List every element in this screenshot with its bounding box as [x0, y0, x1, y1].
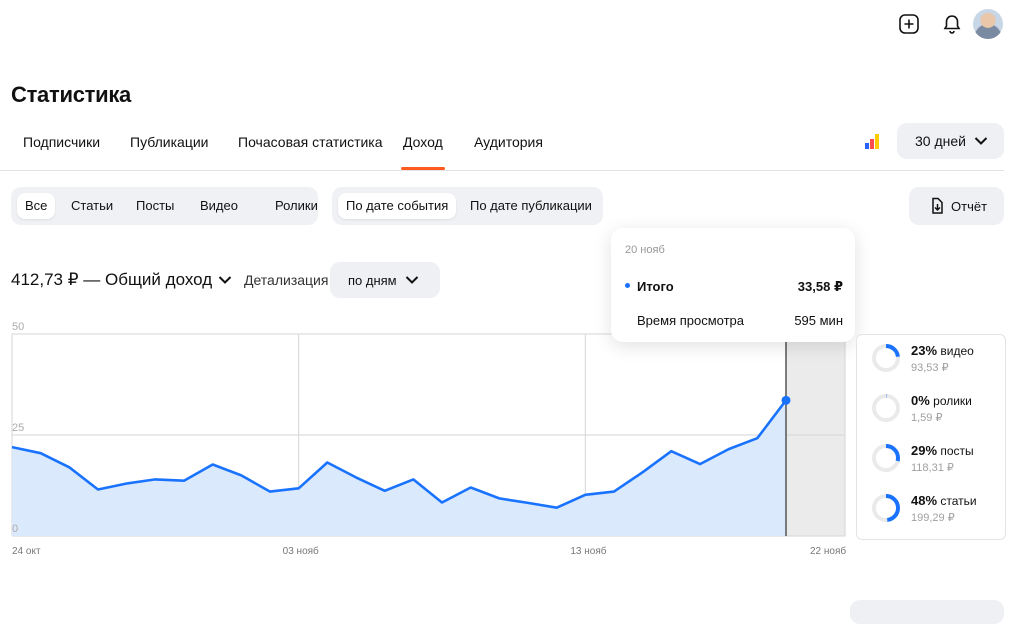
period-label: 30 дней [915, 133, 966, 149]
breakdown-video-value: 93,53 ₽ [911, 362, 949, 374]
breakdown-shorts-name: ролики [933, 394, 972, 408]
donut-articles [872, 494, 900, 522]
date-filter: По дате события По дате публикации [332, 187, 603, 225]
y-tick-label: 0 [12, 523, 18, 535]
filter-articles[interactable]: Статьи [63, 193, 121, 219]
bar-chart-icon [865, 134, 879, 149]
total-income-text: 412,73 ₽ — Общий доход [11, 270, 213, 289]
breakdown-articles-value: 199,29 ₽ [911, 512, 955, 524]
filter-by-publication-date[interactable]: По дате публикации [462, 193, 600, 219]
y-tick-label: 25 [12, 422, 24, 434]
tooltip-date: 20 нояб [625, 244, 665, 256]
income-chart[interactable]: 50 25 0 24 окт 03 нояб 13 нояб 22 нояб [0, 318, 860, 568]
y-tick-label: 50 [12, 321, 24, 333]
period-select[interactable]: 30 дней [897, 123, 1004, 159]
chevron-down-icon [218, 276, 232, 284]
breakdown-articles: 48% статьи 199,29 ₽ [871, 493, 1001, 537]
chart-tooltip: 20 нояб Итого 33,58 ₽ Время просмотра 59… [611, 228, 855, 342]
tab-audience[interactable]: Аудитория [474, 134, 543, 150]
page-title: Статистика [11, 82, 131, 107]
filter-shorts[interactable]: Ролики [267, 193, 326, 219]
download-report-icon [932, 197, 943, 214]
filter-all[interactable]: Все [17, 193, 56, 219]
bell-icon[interactable] [938, 10, 966, 38]
x-tick-label: 24 окт [12, 546, 41, 557]
tab-income[interactable]: Доход [401, 134, 445, 170]
donut-video [872, 344, 900, 372]
tabs-bar: Подписчики Публикации Почасовая статисти… [0, 128, 1004, 171]
breakdown-shorts-value: 1,59 ₽ [911, 412, 943, 424]
breakdown-articles-percent: 48% [911, 493, 938, 508]
detail-label: Детализация [244, 272, 329, 288]
tooltip-total-label: Итого [637, 279, 674, 294]
breakdown-posts-value: 118,31 ₽ [911, 462, 954, 474]
filter-posts[interactable]: Посты [128, 193, 182, 219]
create-icon[interactable] [895, 10, 923, 38]
highlight-point [781, 395, 791, 405]
x-tick-label: 22 нояб [810, 545, 846, 557]
tab-publications[interactable]: Публикации [130, 134, 208, 150]
breakdown-posts-percent: 29% [911, 443, 938, 458]
total-income[interactable]: 412,73 ₽ — Общий доход [11, 270, 232, 290]
x-tick-label: 13 нояб [570, 545, 606, 557]
chevron-down-icon [405, 276, 418, 284]
breakdown-shorts: 0% ролики 1,59 ₽ [871, 393, 1001, 437]
breakdown-posts-name: посты [940, 444, 974, 458]
tooltip-total-value: 33,58 ₽ [797, 279, 843, 294]
tooltip-watch-value: 595 мин [794, 313, 843, 328]
content-filter: Все Статьи Посты Видео Ролики [11, 187, 318, 225]
series-area [12, 400, 786, 536]
tab-hourly[interactable]: Почасовая статистика [238, 134, 383, 150]
breakdown-articles-name: статьи [940, 494, 977, 508]
breakdown-video-name: видео [940, 344, 974, 358]
tooltip-dot [625, 283, 630, 288]
report-button[interactable]: Отчёт [909, 187, 1004, 225]
avatar[interactable] [973, 9, 1003, 39]
report-label: Отчёт [951, 198, 988, 214]
tooltip-watch-label: Время просмотра [637, 313, 745, 328]
breakdown-video: 23% видео 93,53 ₽ [871, 343, 1001, 387]
donut-shorts [872, 394, 900, 422]
chevron-down-icon [974, 137, 988, 145]
bottom-toggle[interactable] [850, 600, 1004, 624]
x-tick-label: 03 нояб [283, 545, 319, 557]
detail-value: по дням [348, 272, 397, 288]
filter-by-event-date[interactable]: По дате события [338, 193, 457, 219]
tab-subscribers[interactable]: Подписчики [23, 134, 100, 150]
income-breakdown: 23% видео 93,53 ₽ 0% ролики 1,59 ₽ 29% п… [856, 334, 1006, 540]
breakdown-video-percent: 23% [911, 343, 938, 358]
breakdown-posts: 29% посты 118,31 ₽ [871, 443, 1001, 487]
filter-video[interactable]: Видео [192, 193, 246, 219]
breakdown-shorts-percent: 0% [911, 393, 930, 408]
donut-posts [872, 444, 900, 472]
detail-select[interactable]: по дням [330, 262, 440, 298]
